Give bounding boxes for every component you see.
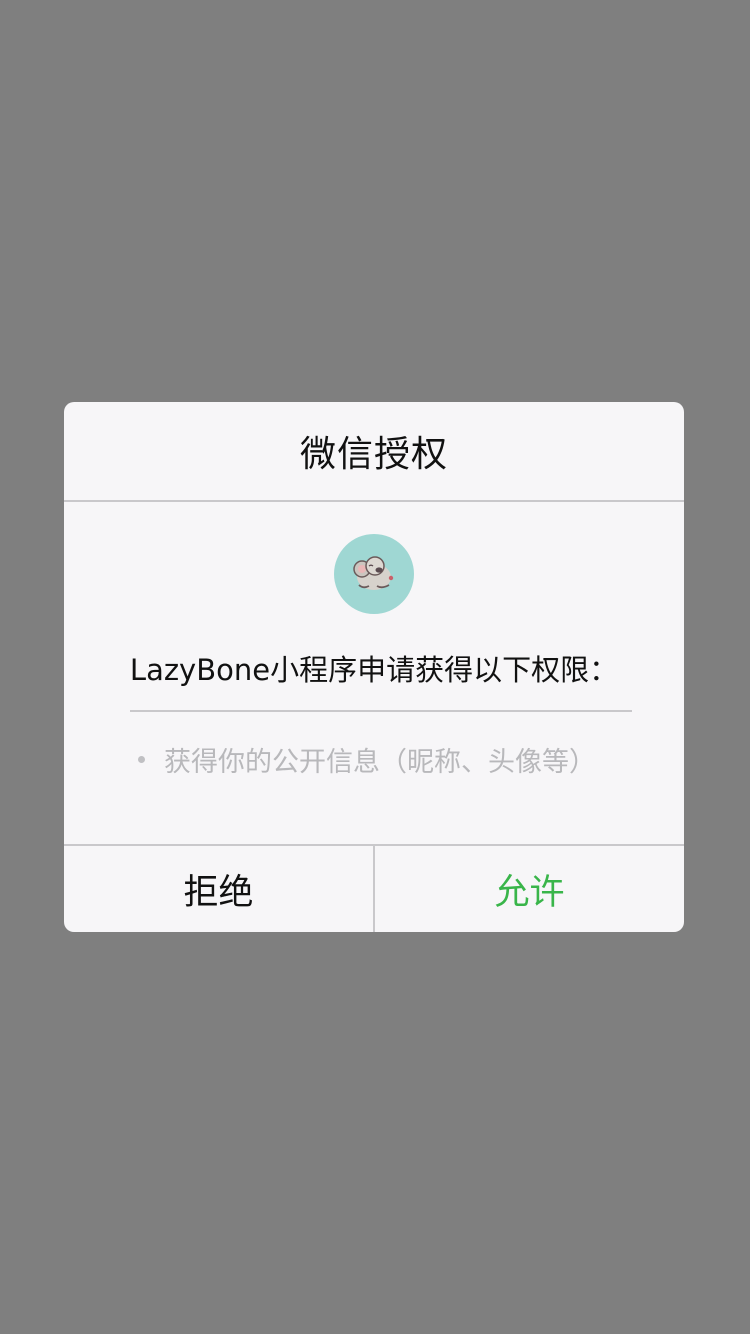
- deny-button[interactable]: 拒绝: [64, 846, 375, 932]
- allow-button[interactable]: 允许: [375, 846, 684, 932]
- permission-request-text: LazyBone小程序申请获得以下权限：: [129, 653, 619, 687]
- bullet-icon: [138, 756, 145, 763]
- dialog-title: 微信授权: [299, 434, 448, 475]
- koala-icon: [353, 556, 394, 590]
- koala-avatar-icon: [334, 534, 414, 614]
- dialog-header: 微信授权: [64, 402, 684, 502]
- auth-dialog: 微信授权 LazyBone小程序申请获得以下权限： 获得你的公开信息（昵称、头像…: [64, 402, 684, 932]
- dialog-body: LazyBone小程序申请获得以下权限： 获得你的公开信息（昵称、头像等）: [64, 502, 684, 844]
- dialog-actions: 拒绝 允许: [64, 844, 684, 932]
- permission-list-item: 获得你的公开信息（昵称、头像等）: [138, 740, 596, 779]
- divider: [130, 710, 632, 712]
- permission-label: 获得你的公开信息（昵称、头像等）: [164, 747, 596, 778]
